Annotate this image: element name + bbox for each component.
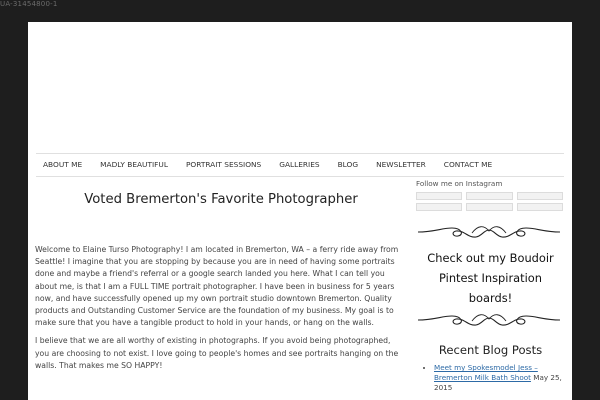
- instagram-grid: [416, 192, 563, 211]
- nav-newsletter[interactable]: NEWSLETTER: [367, 154, 435, 176]
- list-item: Meet my Spokesmodel Jess – Bremerton Mil…: [434, 363, 565, 393]
- page-title: Voted Bremerton's Favorite Photographer: [84, 192, 358, 207]
- instagram-thumbnail[interactable]: [466, 203, 513, 211]
- nav-about-me[interactable]: ABOUT ME: [36, 154, 91, 176]
- site-header: [28, 22, 572, 153]
- sidebar: Follow me on Instagram Check out my Boud…: [416, 179, 565, 393]
- instagram-thumbnail[interactable]: [466, 192, 513, 200]
- instagram-thumbnail[interactable]: [416, 203, 463, 211]
- instagram-follow-text: Follow me on Instagram: [416, 179, 503, 188]
- main-nav: ABOUT ME MADLY BEAUTIFUL PORTRAIT SESSIO…: [36, 153, 564, 177]
- nav-galleries[interactable]: GALLERIES: [270, 154, 328, 176]
- nav-contact-me[interactable]: CONTACT ME: [435, 154, 501, 176]
- boudoir-pinterest-link[interactable]: Check out my Boudoir Pintest Inspiration…: [416, 249, 565, 308]
- intro-paragraph: Welcome to Elaine Turso Photography! I a…: [35, 245, 399, 328]
- nav-portrait-sessions[interactable]: PORTRAIT SESSIONS: [177, 154, 270, 176]
- nav-blog[interactable]: BLOG: [329, 154, 367, 176]
- instagram-thumbnail[interactable]: [516, 203, 563, 211]
- belief-paragraph: I believe that we are all worthy of exis…: [35, 336, 399, 370]
- tracking-code-text: UA-31454800-1: [0, 0, 58, 8]
- page-container: ABOUT ME MADLY BEAUTIFUL PORTRAIT SESSIO…: [28, 22, 572, 400]
- main-content: Voted Bremerton's Favorite Photographer …: [35, 188, 407, 378]
- flourish-divider-icon: [417, 226, 561, 238]
- flourish-divider-icon: [417, 314, 561, 326]
- recent-posts-heading: Recent Blog Posts: [438, 343, 543, 358]
- instagram-thumbnail[interactable]: [416, 192, 463, 200]
- recent-post-link[interactable]: Meet my Spokesmodel Jess – Bremerton Mil…: [434, 363, 538, 382]
- nav-madly-beautiful[interactable]: MADLY BEAUTIFUL: [91, 154, 177, 176]
- recent-posts-list: Meet my Spokesmodel Jess – Bremerton Mil…: [416, 363, 565, 393]
- instagram-thumbnail[interactable]: [516, 192, 563, 200]
